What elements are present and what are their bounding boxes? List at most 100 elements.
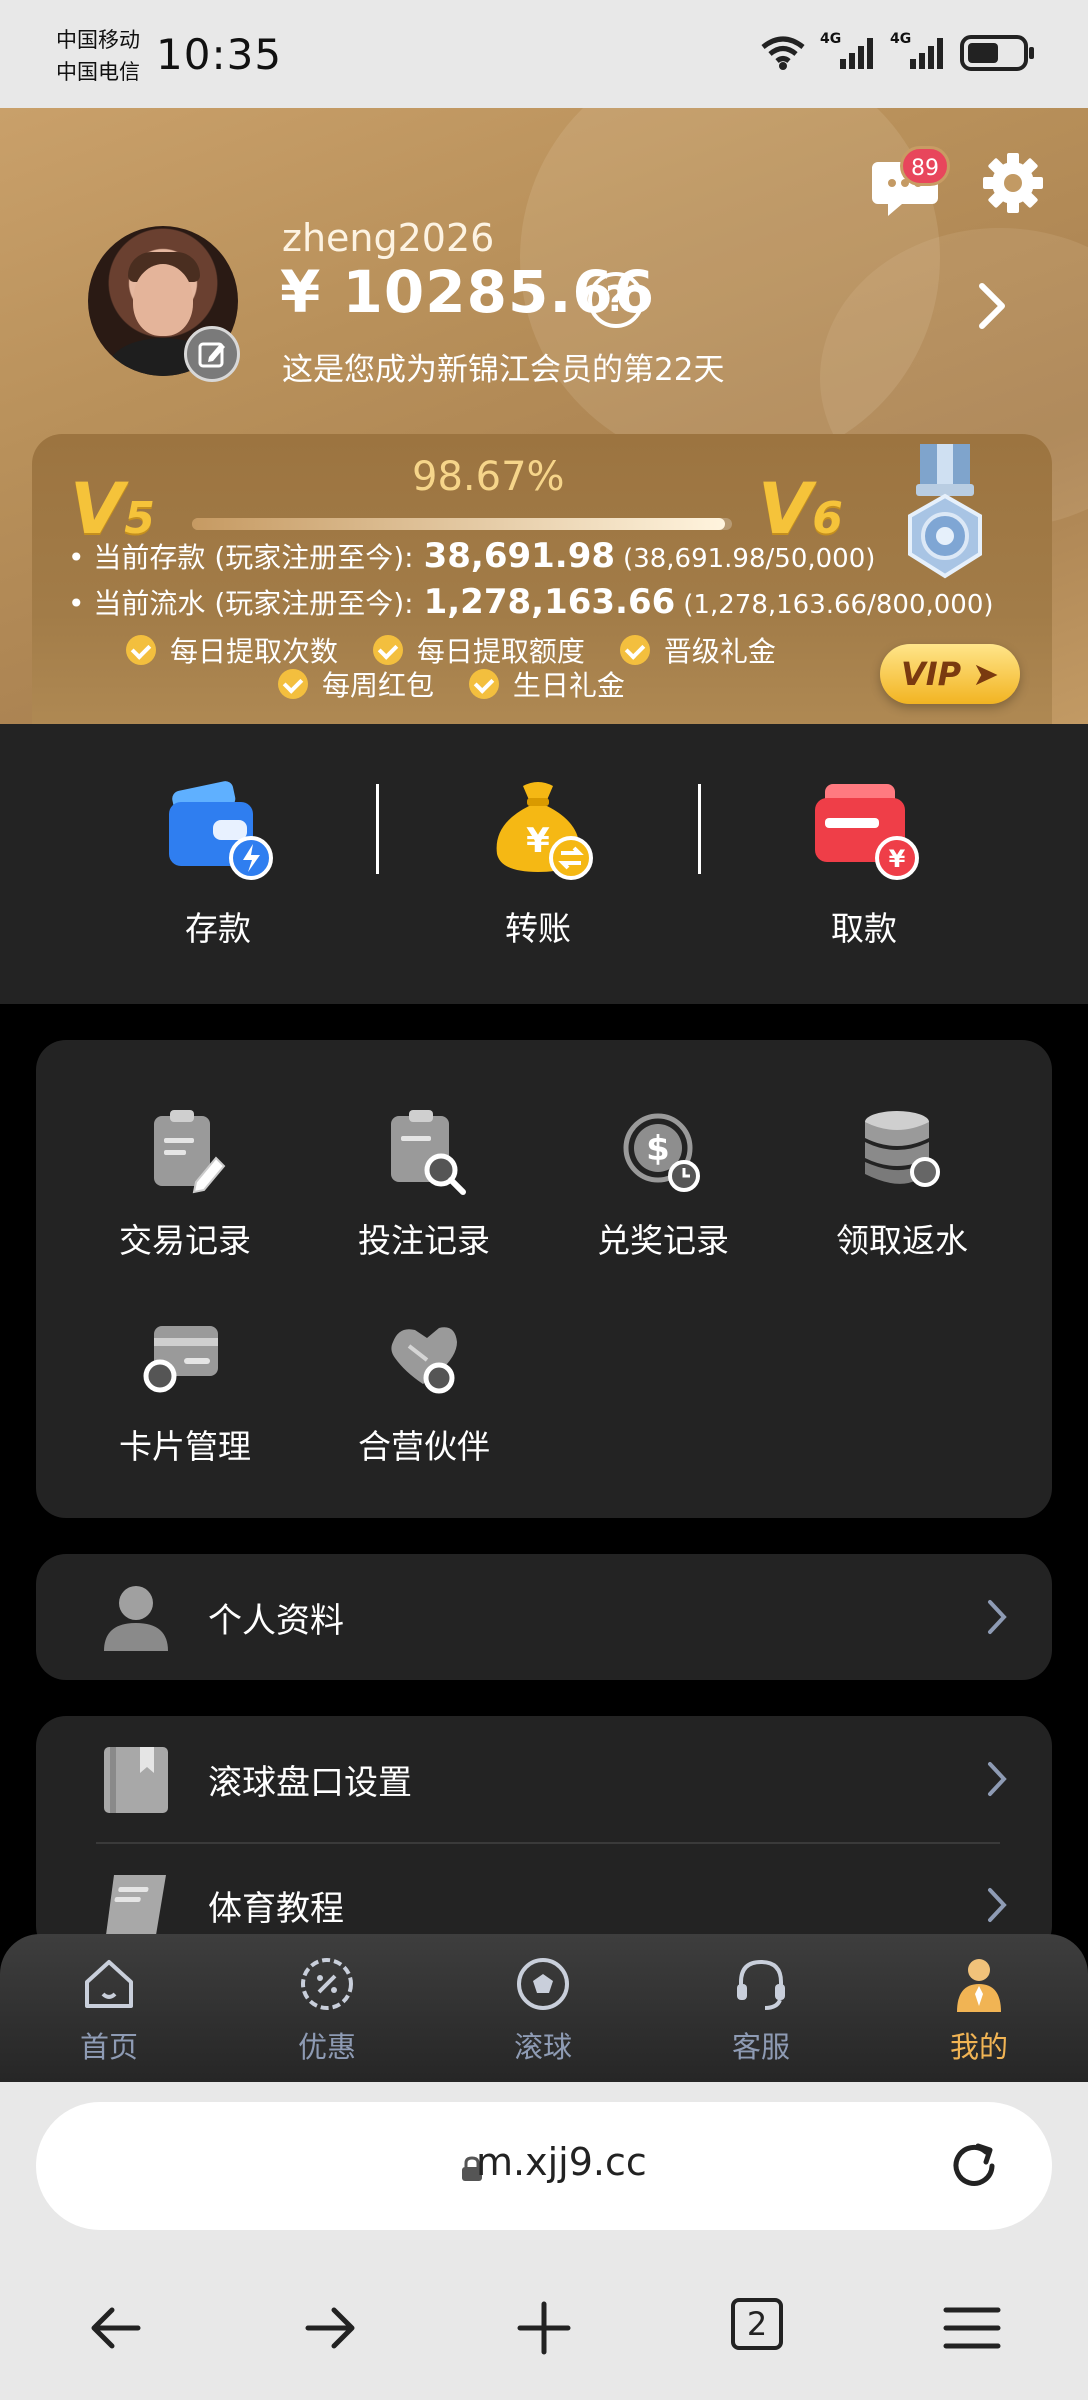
bookmark-book-icon bbox=[104, 1747, 168, 1813]
chevron-right-icon bbox=[988, 1600, 1007, 1634]
status-icons: 4G 4G bbox=[760, 31, 1036, 72]
carrier-info: 中国移动 中国电信 bbox=[56, 24, 140, 88]
edit-icon bbox=[198, 342, 225, 368]
menu-icon[interactable] bbox=[936, 2292, 1008, 2364]
vip-button[interactable]: VIP ➤ bbox=[880, 644, 1020, 704]
turnover-stat: • 当前流水 (玩家注册至今): 1,278,163.66 (1,278,163.6… bbox=[68, 582, 994, 622]
carrier-1: 中国移动 bbox=[56, 28, 140, 52]
check-icon bbox=[468, 669, 499, 699]
perk-item: 每周红包 bbox=[278, 664, 434, 704]
chevron-right-icon bbox=[988, 1888, 1007, 1922]
reload-icon[interactable] bbox=[946, 2138, 1002, 2194]
tab-mine[interactable]: 我的 bbox=[904, 1954, 1054, 2066]
bottom-tab-bar: 首页 优惠 滚球 客服 我的 bbox=[0, 1934, 1088, 2082]
edit-avatar-button[interactable] bbox=[184, 326, 240, 382]
vip-progress-bar bbox=[192, 518, 732, 530]
carrier-2: 中国电信 bbox=[56, 60, 140, 84]
deposit-button[interactable]: 存款 bbox=[118, 780, 318, 950]
transfer-button[interactable]: ¥ 转账 bbox=[438, 780, 638, 950]
prize-records[interactable]: $ 兑奖记录 bbox=[563, 1106, 763, 1262]
quick-actions: 存款 ¥ 转账 ¥ 取款 bbox=[0, 724, 1088, 1004]
perk-label: 生日礼金 bbox=[512, 669, 625, 702]
help-icon[interactable]: ? bbox=[588, 272, 644, 328]
back-arrow-icon[interactable] bbox=[80, 2292, 152, 2364]
turnover-label: • 当前流水 (玩家注册至今): bbox=[68, 587, 414, 620]
username: zheng2026 bbox=[282, 216, 495, 260]
address-bar[interactable]: m.xjj9.cc bbox=[36, 2102, 1052, 2230]
profile-list: 个人资料 bbox=[36, 1554, 1052, 1680]
vip-progress-card: 98.67% V5 V6 • 当前存款 (玩家注册至今): 38,691.98 (3… bbox=[32, 434, 1052, 724]
signal-2: 4G bbox=[890, 31, 946, 71]
list-item-personal-info[interactable]: 个人资料 bbox=[36, 1554, 1052, 1680]
url-text: m.xjj9.cc bbox=[476, 2140, 647, 2184]
grid-label: 投注记录 bbox=[358, 1221, 490, 1260]
deposit-stat: • 当前存款 (玩家注册至今): 38,691.98 (38,691.98/50,0… bbox=[68, 536, 875, 576]
card-icon bbox=[143, 1326, 218, 1393]
wifi-icon bbox=[761, 36, 805, 70]
money-bag-icon: ¥ bbox=[496, 782, 593, 880]
check-icon bbox=[126, 635, 156, 665]
deposit-label: • 当前存款 (玩家注册至今): bbox=[68, 541, 414, 574]
grid-label: 合营伙伴 bbox=[358, 1427, 490, 1466]
vip-progress-fill bbox=[192, 518, 725, 530]
partnership[interactable]: 合营伙伴 bbox=[324, 1312, 524, 1468]
forward-arrow-icon[interactable] bbox=[294, 2292, 366, 2364]
tab-customer-service[interactable]: 客服 bbox=[686, 1954, 836, 2066]
battery-icon bbox=[960, 35, 1034, 71]
tab-label: 优惠 bbox=[297, 2030, 356, 2064]
browser-chrome: m.xjj9.cc 2 bbox=[0, 2082, 1088, 2400]
book-icon bbox=[106, 1875, 166, 1935]
check-icon bbox=[619, 635, 650, 665]
chevron-right-icon bbox=[988, 1762, 1007, 1796]
settings-list: 滚球盘口设置 体育教程 bbox=[36, 1716, 1052, 1956]
tab-label: 首页 bbox=[79, 2030, 138, 2064]
turnover-value: 1,278,163.66 bbox=[423, 582, 676, 622]
avatar-face bbox=[133, 264, 193, 336]
turnover-requirement: (1,278,163.66/800,000) bbox=[683, 590, 994, 620]
network-type-1: 4G bbox=[820, 31, 842, 47]
chevron-right-icon[interactable] bbox=[972, 276, 1012, 336]
card-management[interactable]: 卡片管理 bbox=[85, 1312, 285, 1468]
tab-promotions[interactable]: 优惠 bbox=[252, 1954, 402, 2066]
grid-label: 兑奖记录 bbox=[597, 1221, 729, 1260]
svg-text:¥: ¥ bbox=[889, 845, 906, 873]
deposit-requirement: (38,691.98/50,000) bbox=[623, 544, 876, 574]
perk-label: 晋级礼金 bbox=[663, 635, 776, 668]
clipboard-pen-icon bbox=[154, 1110, 226, 1194]
bet-records[interactable]: 投注记录 bbox=[324, 1106, 524, 1262]
profile-header: 89 zheng2026 ¥ 10285.66 ? 这是您成为新锦江会员的第22… bbox=[0, 108, 1088, 724]
member-days-text: 这是您成为新锦江会员的第22天 bbox=[282, 352, 725, 388]
network-type-2: 4G bbox=[890, 31, 912, 47]
vip-perks-row-2: 每周红包 生日礼金 bbox=[278, 664, 651, 706]
list-item-label: 滚球盘口设置 bbox=[208, 1762, 412, 1803]
medal-icon bbox=[908, 444, 982, 579]
handshake-icon bbox=[391, 1327, 457, 1394]
discount-gear-icon bbox=[301, 1958, 353, 2010]
tab-live-betting[interactable]: 滚球 bbox=[468, 1954, 618, 2066]
check-icon bbox=[278, 669, 308, 699]
person-icon bbox=[104, 1586, 168, 1651]
tab-label: 滚球 bbox=[513, 2030, 572, 2064]
signal-1: 4G bbox=[820, 31, 876, 71]
ball-icon bbox=[517, 1958, 569, 2010]
headset-icon bbox=[737, 1959, 785, 2010]
settings-gear-icon[interactable] bbox=[980, 150, 1046, 216]
new-tab-plus-icon[interactable] bbox=[508, 2292, 580, 2364]
list-item-live-odds-settings[interactable]: 滚球盘口设置 bbox=[36, 1716, 1052, 1842]
tab-label: 我的 bbox=[949, 2030, 1008, 2064]
home-icon bbox=[85, 1960, 133, 2008]
status-time: 10:35 bbox=[156, 30, 283, 79]
transaction-records[interactable]: 交易记录 bbox=[85, 1106, 285, 1262]
clipboard-search-icon bbox=[391, 1110, 466, 1195]
divider bbox=[698, 784, 701, 874]
records-grid: 交易记录 投注记录 $ 兑奖记录 领取返水 卡片管理 合营伙伴 bbox=[36, 1040, 1052, 1518]
wallet-icon bbox=[169, 781, 273, 880]
action-label: 取款 bbox=[831, 909, 897, 948]
tab-label: 客服 bbox=[731, 2030, 790, 2064]
tab-count-button[interactable]: 2 bbox=[731, 2298, 783, 2350]
list-item-label: 体育教程 bbox=[208, 1888, 344, 1929]
claim-rebate[interactable]: 领取返水 bbox=[802, 1106, 1002, 1262]
message-count-badge: 89 bbox=[900, 146, 950, 186]
withdraw-button[interactable]: ¥ 取款 bbox=[764, 780, 964, 950]
tab-home[interactable]: 首页 bbox=[34, 1954, 184, 2066]
